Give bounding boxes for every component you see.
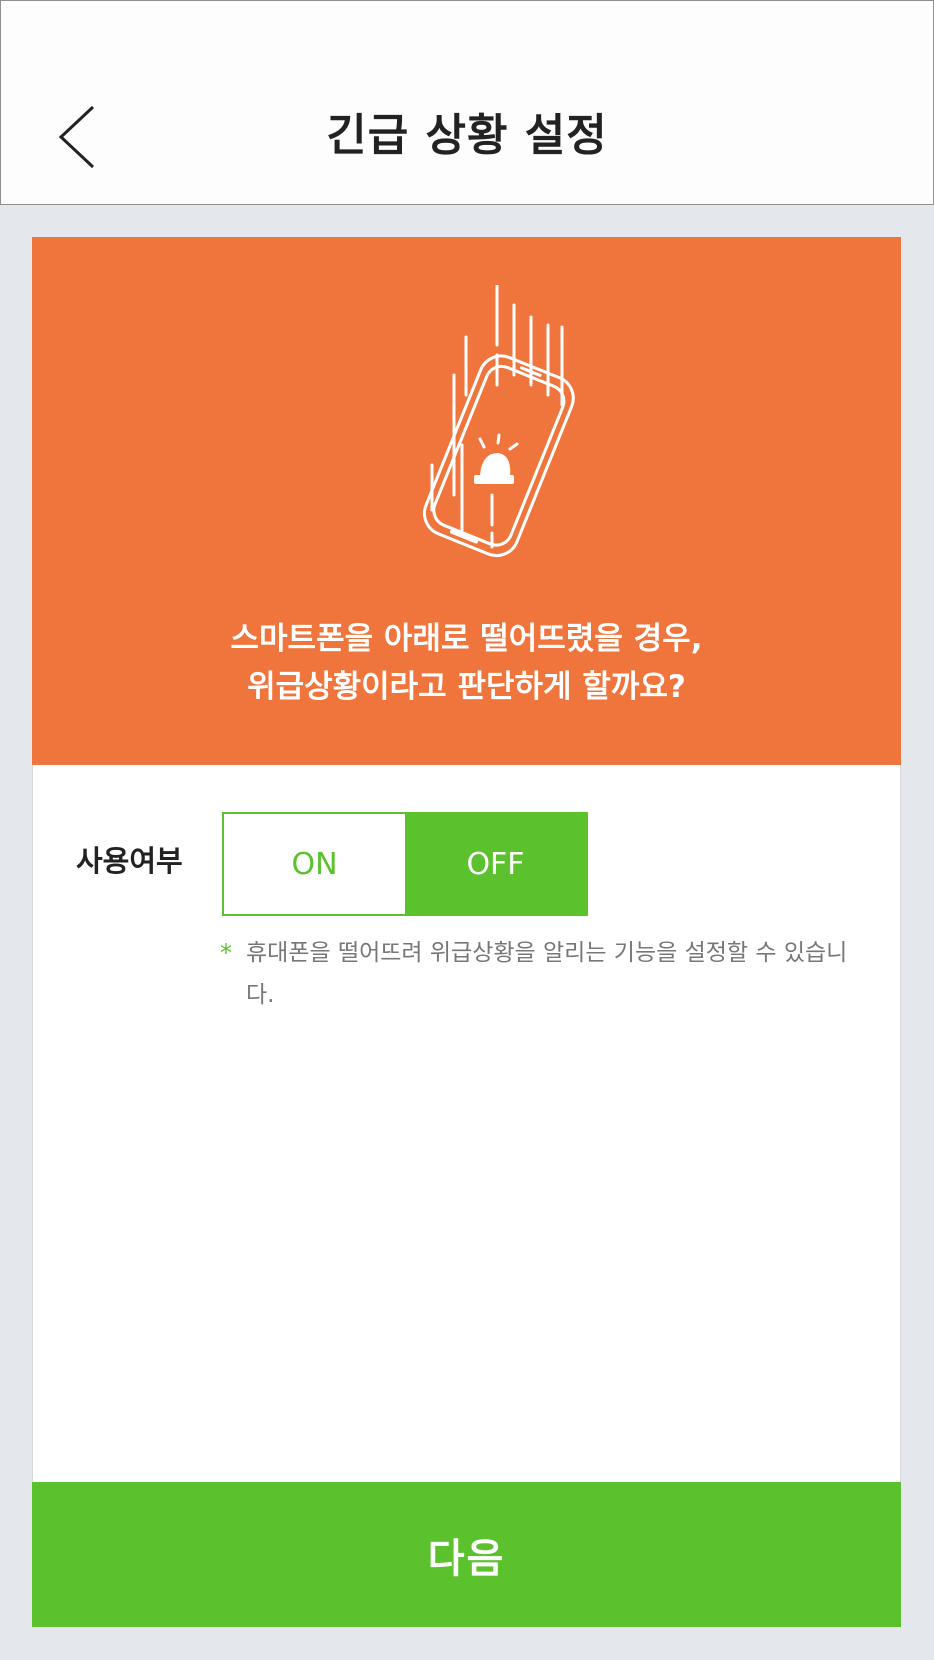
falling-phone-siren-icon: [422, 285, 575, 558]
usage-label: 사용여부: [76, 844, 183, 878]
next-button[interactable]: 다음: [32, 1482, 901, 1627]
hero-banner: 스마트폰을 아래로 떨어뜨렸을 경우, 위급상황이라고 판단하게 할까요?: [32, 237, 901, 765]
usage-toggle: ON OFF: [222, 812, 588, 916]
help-note: * 휴대폰을 떨어뜨려 위급상황을 알리는 기능을 설정할 수 있습니다.: [220, 932, 860, 1016]
page-title: 긴급 상황 설정: [326, 110, 608, 161]
toggle-on-button[interactable]: ON: [224, 814, 405, 914]
hero-message: 스마트폰을 아래로 떨어뜨렸을 경우, 위급상황이라고 판단하게 할까요?: [32, 615, 901, 711]
top-app-bar: 긴급 상황 설정: [0, 0, 934, 205]
note-marker: *: [220, 939, 232, 967]
hero-message-line-1: 스마트폰을 아래로 떨어뜨렸을 경우,: [230, 621, 703, 657]
hero-message-line-2: 위급상황이라고 판단하게 할까요?: [247, 669, 686, 705]
toggle-off-button[interactable]: OFF: [405, 814, 586, 914]
note-text: 휴대폰을 떨어뜨려 위급상황을 알리는 기능을 설정할 수 있습니다.: [246, 940, 848, 1008]
